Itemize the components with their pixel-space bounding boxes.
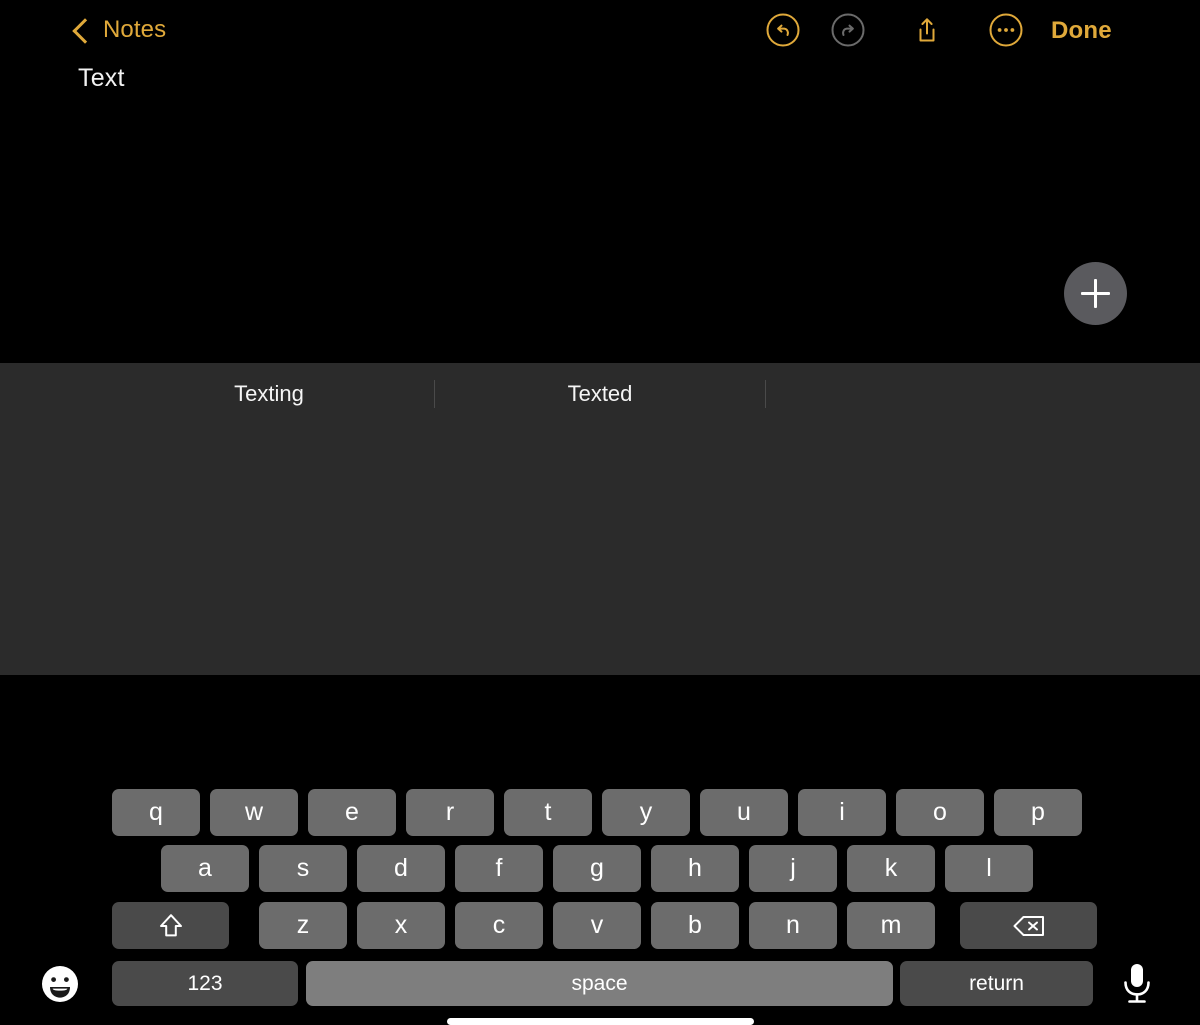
microphone-icon [1124, 964, 1150, 1003]
key-g[interactable]: g [553, 845, 641, 892]
predictive-text-bar: Texting Texted [0, 363, 1200, 425]
dictation-button[interactable] [1118, 961, 1156, 1007]
shift-arrow-icon [159, 913, 182, 936]
key-q[interactable]: q [112, 789, 200, 836]
undo-button[interactable] [761, 8, 805, 52]
note-title-text[interactable]: Text [78, 64, 125, 93]
shift-key[interactable] [112, 902, 229, 949]
key-y[interactable]: y [602, 789, 690, 836]
return-key[interactable]: return [900, 961, 1093, 1006]
on-screen-keyboard: Texting Texted q w e r t y u i o p a s d… [0, 363, 1200, 1025]
prediction-divider [765, 380, 767, 408]
key-u[interactable]: u [700, 789, 788, 836]
note-editor-area[interactable]: Notes Done Text [0, 0, 1200, 363]
key-z[interactable]: z [259, 902, 347, 949]
add-attachment-button[interactable] [1064, 262, 1127, 325]
key-t[interactable]: t [504, 789, 592, 836]
key-d[interactable]: d [357, 845, 445, 892]
device-screen: Notes Done Text Texting Texted q w e r t… [0, 0, 1200, 1025]
home-indicator-bar[interactable] [447, 1018, 754, 1025]
ellipsis-circle-icon[interactable] [984, 8, 1028, 52]
key-b[interactable]: b [651, 902, 739, 949]
emoji-smiley-icon [42, 966, 78, 1002]
emoji-keyboard-button[interactable] [40, 964, 80, 1004]
prediction-candidate-3[interactable] [766, 363, 1096, 425]
share-icon[interactable] [905, 8, 949, 52]
key-v[interactable]: v [553, 902, 641, 949]
prediction-candidate-2[interactable]: Texted [435, 363, 765, 425]
redo-button[interactable] [826, 8, 870, 52]
prediction-candidate-1[interactable]: Texting [104, 363, 434, 425]
key-p[interactable]: p [994, 789, 1082, 836]
key-o[interactable]: o [896, 789, 984, 836]
key-i[interactable]: i [798, 789, 886, 836]
key-e[interactable]: e [308, 789, 396, 836]
key-n[interactable]: n [749, 902, 837, 949]
key-k[interactable]: k [847, 845, 935, 892]
done-button[interactable]: Done [1051, 17, 1112, 45]
key-s[interactable]: s [259, 845, 347, 892]
key-r[interactable]: r [406, 789, 494, 836]
chevron-left-icon [72, 17, 98, 44]
key-c[interactable]: c [455, 902, 543, 949]
key-w[interactable]: w [210, 789, 298, 836]
key-h[interactable]: h [651, 845, 739, 892]
space-key[interactable]: space [306, 961, 893, 1006]
key-l[interactable]: l [945, 845, 1033, 892]
key-x[interactable]: x [357, 902, 445, 949]
prediction-divider [434, 380, 436, 408]
key-a[interactable]: a [161, 845, 249, 892]
key-m[interactable]: m [847, 902, 935, 949]
plus-icon-vertical [1094, 279, 1098, 308]
key-j[interactable]: j [749, 845, 837, 892]
back-to-notes-button[interactable]: Notes [72, 16, 167, 44]
navigation-bar: Notes Done [0, 0, 1200, 62]
key-f[interactable]: f [455, 845, 543, 892]
numeric-mode-key[interactable]: 123 [112, 961, 298, 1006]
backspace-icon [1013, 915, 1044, 936]
delete-key[interactable] [960, 902, 1097, 949]
back-button-label: Notes [103, 16, 167, 43]
